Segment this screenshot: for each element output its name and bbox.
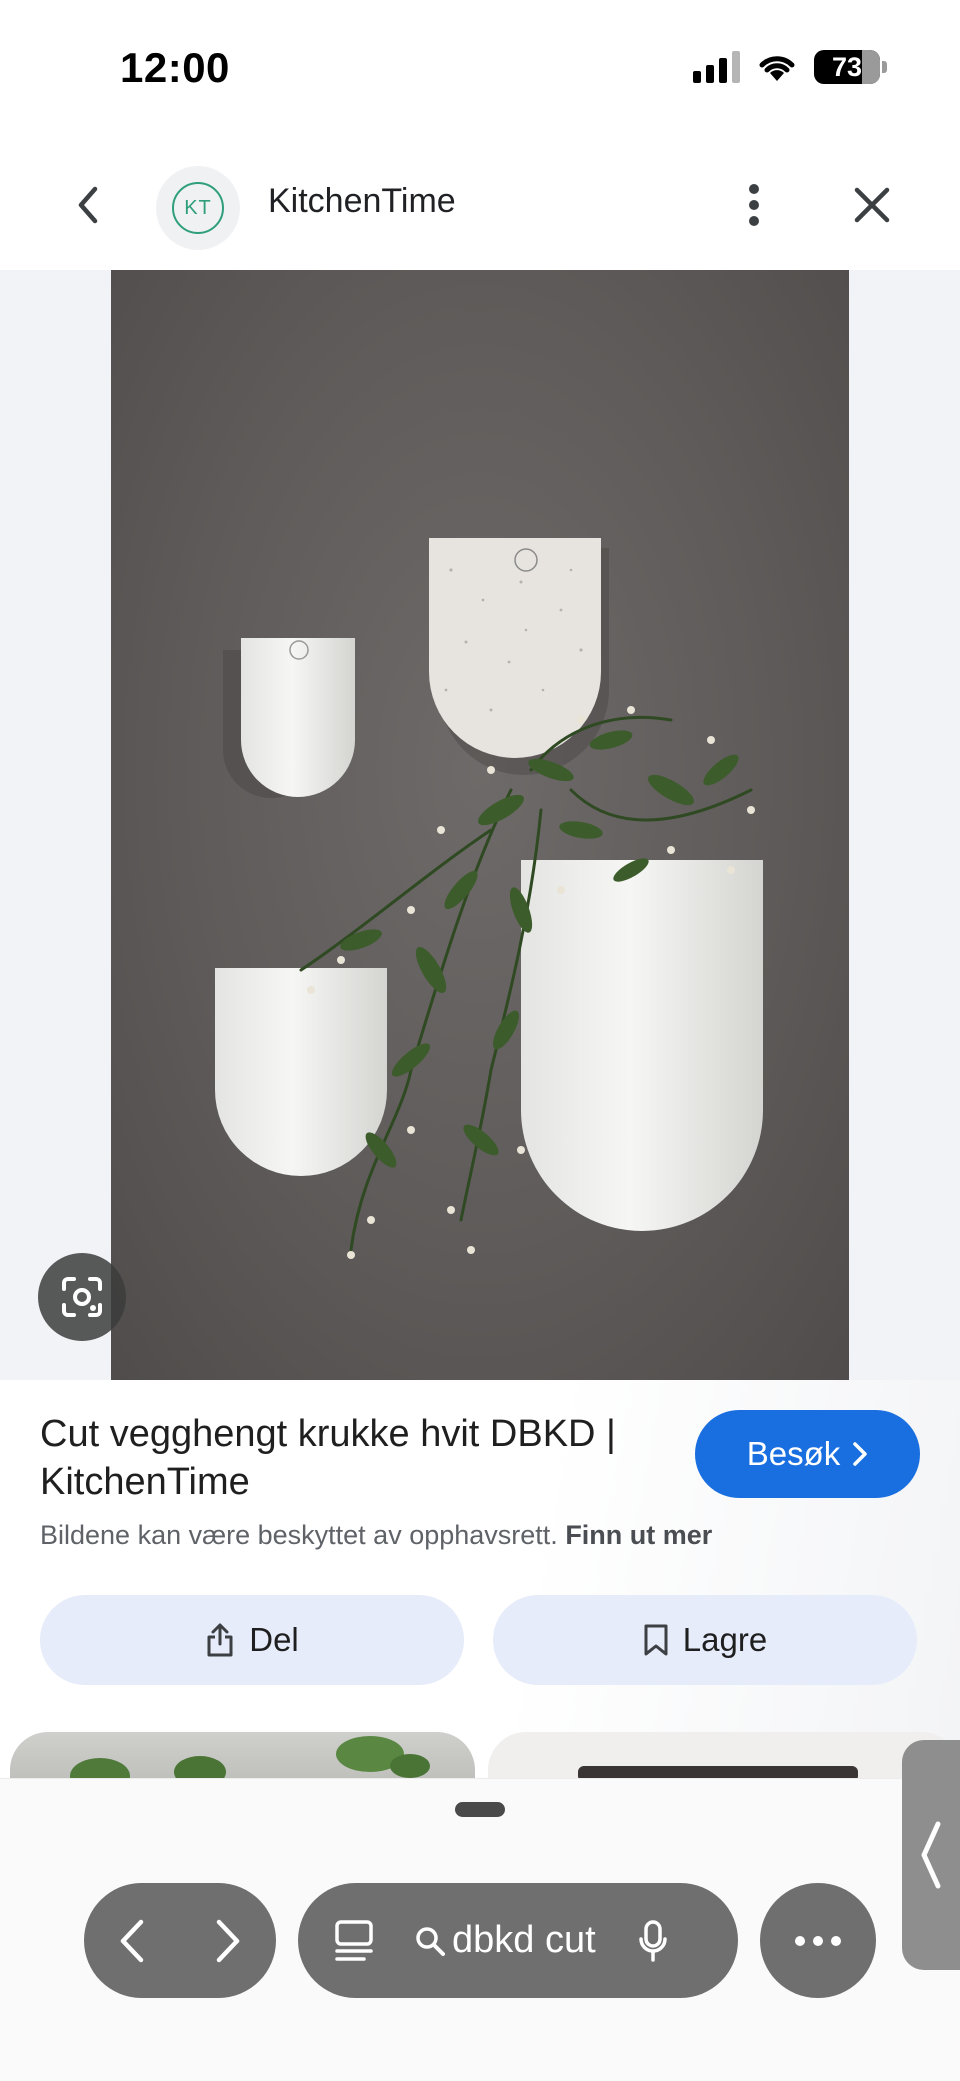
lens-icon — [62, 1277, 102, 1317]
lens-button[interactable] — [38, 1253, 126, 1341]
site-name[interactable]: KitchenTime — [268, 182, 456, 221]
battery-icon: 73 — [814, 50, 887, 84]
related-thumbnail-2[interactable] — [488, 1732, 960, 1780]
battery-empty-fill — [862, 50, 880, 84]
chevron-left-icon — [78, 186, 98, 224]
status-bar: 12:00 73 — [0, 0, 960, 140]
save-label: Lagre — [682, 1621, 768, 1658]
result-title[interactable]: Cut vegghengt krukke hvit DBKD | Kitchen… — [40, 1410, 680, 1506]
site-header: KT KitchenTime — [0, 140, 960, 270]
share-label: Del — [249, 1621, 299, 1658]
search-query-text: dbkd cut — [452, 1919, 596, 1961]
side-panel-tab[interactable] — [902, 1740, 960, 1970]
more-vert-icon — [749, 184, 759, 226]
history-nav-group — [84, 1883, 276, 1998]
bookmark-icon — [644, 1624, 668, 1656]
close-button[interactable] — [842, 175, 902, 235]
chevron-left-icon — [921, 1821, 941, 1889]
status-time: 12:00 — [120, 44, 230, 91]
wifi-icon — [759, 56, 795, 81]
address-bar[interactable]: dbkd cut — [298, 1883, 738, 1998]
pot-thumbnail-image — [578, 1766, 858, 1780]
share-button[interactable]: Del — [40, 1595, 464, 1685]
forward-nav-button[interactable] — [180, 1883, 276, 1998]
tabs-icon[interactable] — [334, 1919, 374, 1963]
copyright-notice: Bildene kan være beskyttet av opphavsret… — [40, 1520, 712, 1551]
search-icon — [416, 1926, 445, 1956]
copyright-text: Bildene kan være beskyttet av opphavsret… — [40, 1520, 558, 1550]
close-icon — [854, 187, 890, 223]
browser-toolbar: dbkd cut — [0, 1778, 960, 2081]
site-logo[interactable]: KT — [156, 166, 240, 250]
status-icons: 73 — [693, 50, 887, 84]
chevron-right-icon — [853, 1442, 868, 1466]
result-info: Cut vegghengt krukke hvit DBKD | Kitchen… — [0, 1380, 960, 1740]
share-icon — [207, 1623, 233, 1657]
image-viewer — [0, 270, 960, 1380]
product-image[interactable] — [111, 270, 849, 1380]
related-thumbnail-1[interactable] — [10, 1732, 475, 1780]
visit-button[interactable]: Besøk — [695, 1410, 920, 1498]
more-horiz-icon — [795, 1935, 841, 1946]
chevron-right-icon — [216, 1919, 240, 1962]
save-button[interactable]: Lagre — [493, 1595, 917, 1685]
battery-level: 73 — [831, 51, 863, 82]
drag-handle[interactable] — [455, 1802, 505, 1817]
site-logo-mark: KT — [172, 182, 224, 234]
cellular-signal-icon — [693, 51, 740, 83]
chevron-left-icon — [120, 1919, 144, 1962]
back-nav-button[interactable] — [84, 1883, 180, 1998]
back-button[interactable] — [58, 175, 118, 235]
visit-label: Besøk — [746, 1435, 841, 1472]
learn-more-link[interactable]: Finn ut mer — [565, 1520, 712, 1550]
product-photo — [215, 538, 763, 1259]
more-options-button[interactable] — [724, 175, 784, 235]
plant-thumbnail-image — [70, 1736, 430, 1780]
mic-icon[interactable] — [638, 1919, 668, 1963]
more-menu-button[interactable] — [760, 1883, 876, 1998]
